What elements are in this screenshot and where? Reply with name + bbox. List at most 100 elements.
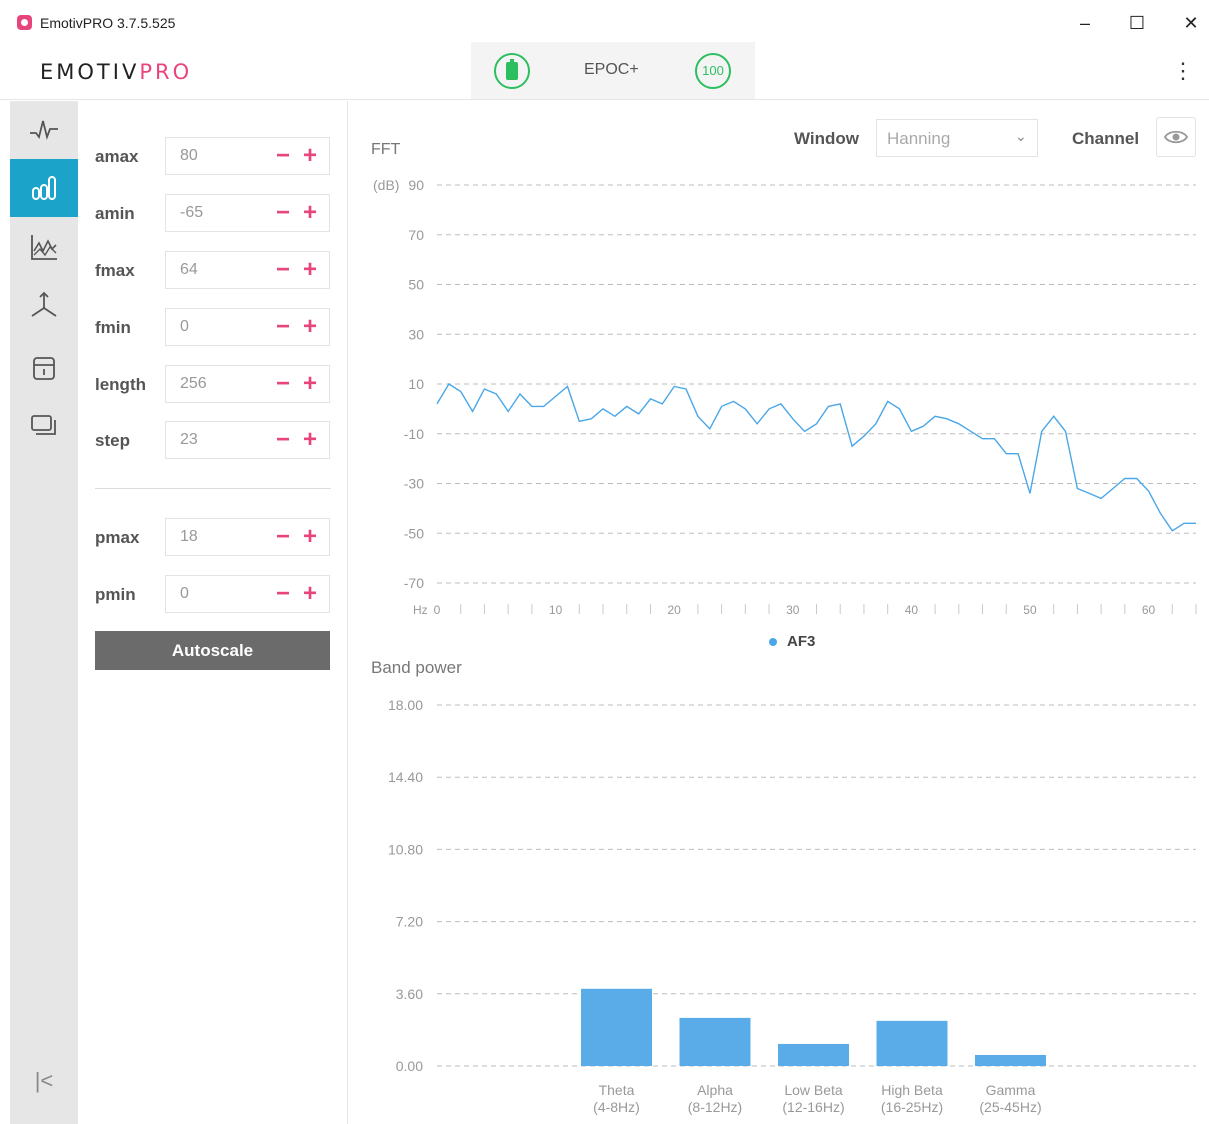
nav-recordings[interactable]: [10, 396, 78, 454]
decrement-button[interactable]: −: [272, 426, 294, 454]
fft-x-tick-label: 10: [549, 603, 563, 617]
band-y-tick-label: 7.20: [396, 914, 423, 930]
fft-legend[interactable]: AF3: [769, 633, 815, 650]
window-title: EmotivPRO 3.7.5.525: [40, 15, 176, 31]
param-value: 0: [180, 585, 189, 602]
icon-sidebar: |<: [10, 101, 78, 1124]
fft-x-tick-label: 40: [905, 603, 919, 617]
increment-button[interactable]: +: [299, 256, 321, 284]
fft-x-tick-label: 30: [786, 603, 800, 617]
maximize-button[interactable]: ☐: [1122, 10, 1152, 36]
band-category-label: High Beta: [881, 1082, 943, 1098]
legend-label: AF3: [787, 633, 816, 650]
param-label: fmin: [95, 318, 131, 337]
divider: [95, 488, 331, 489]
more-menu-icon[interactable]: ⋮: [1172, 56, 1194, 86]
increment-button[interactable]: +: [299, 142, 321, 170]
band-category-label: (16-25Hz): [881, 1099, 943, 1115]
nav-raw-data[interactable]: [10, 101, 78, 159]
band-category-label: (25-45Hz): [979, 1099, 1041, 1115]
band-y-tick-label: 0.00: [396, 1058, 423, 1074]
nav-fft-band-power[interactable]: [10, 159, 78, 217]
param-row-length: length 256 − +: [78, 365, 348, 405]
charts-canvas: 90 70 50 30 10 -10 -30 -50 -70 (dB) 0 10 20 30 40 50 60 H…: [373, 177, 1197, 1115]
param-row-amin: amin -65 − +: [78, 194, 348, 234]
increment-button[interactable]: +: [299, 313, 321, 341]
param-value: 18: [180, 528, 198, 545]
increment-button[interactable]: +: [299, 580, 321, 608]
fft-x-tick-label: 60: [1142, 603, 1156, 617]
param-value: 23: [180, 431, 198, 448]
band-category-label: Alpha: [697, 1082, 733, 1098]
fft-x-tick-label: 50: [1023, 603, 1037, 617]
collapse-sidebar-icon[interactable]: |<: [10, 1056, 78, 1106]
band-y-tick-label: 3.60: [396, 986, 423, 1002]
bar-chart-icon: [32, 176, 56, 200]
fft-x-tick-label: 20: [668, 603, 682, 617]
settings-panel: amax 80− + amin -65− + fmax 64− + fmin 0− + length 25…: [78, 101, 348, 1124]
param-input-fmax[interactable]: 64 − +: [165, 251, 330, 289]
param-input-length[interactable]: 256 − +: [165, 365, 330, 403]
band-bar: [876, 1020, 948, 1066]
decrement-button[interactable]: −: [272, 523, 294, 551]
fft-series-line-af3: [436, 383, 1196, 532]
logo-accent-text: PRO: [139, 60, 193, 84]
fft-y-unit-label: (dB): [373, 177, 399, 193]
app-icon: [17, 15, 32, 30]
param-value: -65: [180, 204, 204, 221]
battery-icon: [494, 53, 530, 89]
nav-performance-metrics[interactable]: [10, 218, 78, 276]
minimize-button[interactable]: –: [1070, 10, 1100, 36]
decrement-button[interactable]: −: [272, 370, 294, 398]
band-bar: [975, 1054, 1046, 1066]
param-row-pmax: pmax 18 − +: [78, 518, 348, 558]
increment-button[interactable]: +: [299, 199, 321, 227]
param-label: pmin: [95, 585, 136, 604]
band-category-label: Gamma: [986, 1082, 1036, 1098]
band-bar: [778, 1043, 849, 1066]
param-input-pmin[interactable]: 0 − +: [165, 575, 330, 613]
decrement-button[interactable]: −: [272, 256, 294, 284]
archive-icon: [33, 357, 55, 380]
band-category-label: (4-8Hz): [593, 1099, 640, 1115]
band-y-tick-label: 10.80: [388, 841, 423, 857]
fft-x-tick-label: 0: [434, 603, 441, 617]
nav-markers[interactable]: [10, 339, 78, 397]
emotiv-logo: EMOTIVPRO: [40, 60, 192, 84]
device-panel[interactable]: EPOC+ 100: [471, 42, 755, 99]
fft-x-unit-label: Hz: [413, 603, 428, 617]
increment-button[interactable]: +: [299, 523, 321, 551]
param-row-fmax: fmax 64 − +: [78, 251, 348, 291]
decrement-button[interactable]: −: [272, 199, 294, 227]
param-input-fmin[interactable]: 0 − +: [165, 308, 330, 346]
band-category-label: (8-12Hz): [688, 1099, 742, 1115]
band-y-tick-label: 18.00: [388, 697, 423, 713]
param-label: pmax: [95, 528, 140, 547]
fft-y-tick-label: -70: [404, 575, 424, 591]
param-input-amax[interactable]: 80 − +: [165, 137, 330, 175]
param-input-step[interactable]: 23 − +: [165, 421, 330, 459]
legend-dot-icon: [769, 638, 777, 647]
autoscale-button[interactable]: Autoscale: [95, 631, 330, 670]
decrement-button[interactable]: −: [272, 142, 294, 170]
param-input-amin[interactable]: -65 − +: [165, 194, 330, 232]
increment-button[interactable]: +: [299, 370, 321, 398]
decrement-button[interactable]: −: [272, 313, 294, 341]
nav-motion[interactable]: [10, 277, 78, 335]
device-name: EPOC+: [584, 61, 639, 78]
band-bar: [581, 988, 652, 1066]
line-chart-icon: [31, 235, 57, 260]
signal-quality-badge: 100: [695, 53, 731, 89]
screens-icon: [31, 415, 56, 435]
decrement-button[interactable]: −: [272, 580, 294, 608]
param-value: 80: [180, 147, 198, 164]
param-label: fmax: [95, 261, 135, 280]
increment-button[interactable]: +: [299, 426, 321, 454]
param-value: 256: [180, 375, 207, 392]
app-header: EMOTIVPRO EPOC+ 100 ⋮: [0, 42, 1209, 100]
param-input-pmax[interactable]: 18 − +: [165, 518, 330, 556]
fft-y-tick-label: -10: [404, 426, 424, 442]
close-button[interactable]: ✕: [1176, 10, 1206, 36]
fft-y-tick-label: -30: [404, 476, 424, 492]
band-y-tick-label: 14.40: [388, 769, 423, 785]
